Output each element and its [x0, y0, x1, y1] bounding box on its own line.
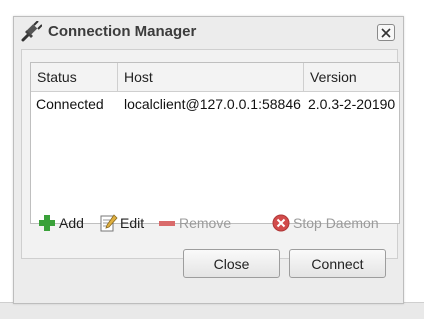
row-version: 2.0.3-2-20190 — [308, 96, 396, 112]
edit-host-button[interactable]: Edit — [98, 207, 144, 239]
stop-icon — [271, 213, 291, 233]
hosts-toolbar: Add Edit Remove Stop Daemon — [30, 207, 400, 239]
stop-daemon-button[interactable]: Stop Daemon — [271, 207, 379, 239]
add-icon — [37, 213, 57, 233]
edit-icon — [98, 213, 118, 233]
column-header-host[interactable]: Host — [118, 63, 304, 91]
add-host-button[interactable]: Add — [37, 207, 84, 239]
close-dialog-button[interactable] — [377, 24, 395, 41]
row-host: localclient@127.0.0.1:58846 — [124, 96, 301, 112]
close-icon — [381, 27, 391, 38]
connect-button[interactable]: Connect — [289, 249, 386, 278]
column-header-version[interactable]: Version — [304, 63, 399, 91]
row-status: Connected — [36, 96, 104, 112]
dialog-title: Connection Manager — [48, 23, 197, 40]
close-button[interactable]: Close — [183, 249, 280, 278]
stop-daemon-label: Stop Daemon — [293, 215, 379, 231]
remove-label: Remove — [179, 215, 232, 231]
title-bar: Connection Manager — [14, 17, 403, 47]
remove-icon — [157, 213, 177, 233]
remove-host-button[interactable]: Remove — [157, 207, 231, 239]
desktop-background-strip — [0, 302, 424, 319]
edit-label: Edit — [120, 215, 145, 231]
hosts-table: Status Host Version Connected localclien… — [30, 62, 400, 224]
column-header-status[interactable]: Status — [31, 63, 118, 91]
table-header: Status Host Version — [31, 63, 399, 92]
add-label: Add — [59, 215, 84, 231]
plug-icon — [20, 20, 43, 43]
